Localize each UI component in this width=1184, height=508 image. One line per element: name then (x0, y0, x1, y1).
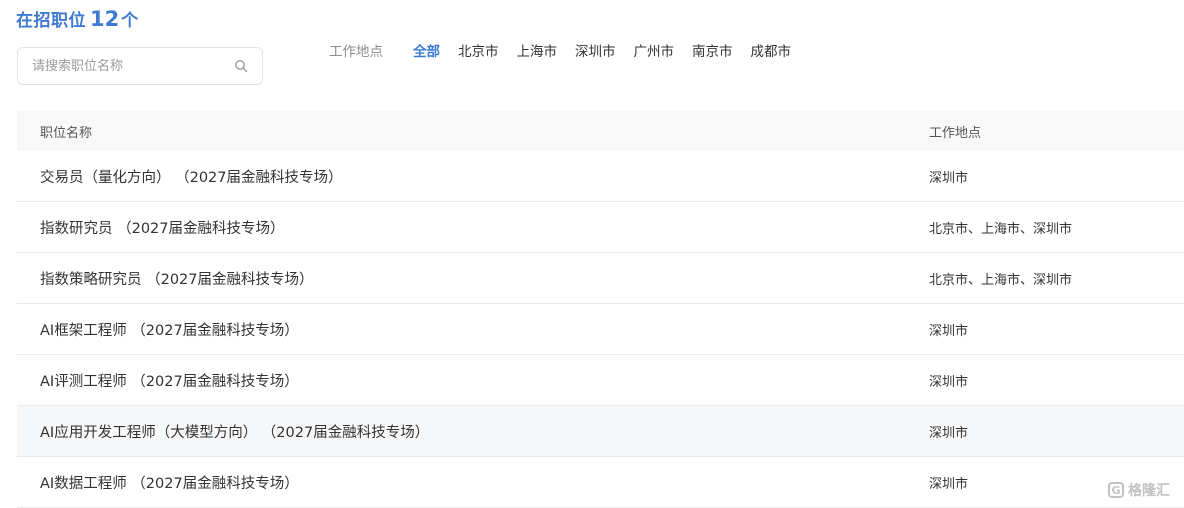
table-row[interactable]: AI评测工程师 （2027届金融科技专场） 深圳市 (17, 355, 1184, 406)
job-location: 深圳市 (929, 374, 969, 390)
filter-option-beijing[interactable]: 北京市 (458, 40, 499, 60)
search-icon[interactable] (234, 59, 248, 73)
search-box[interactable] (17, 47, 263, 85)
job-location: 深圳市 (929, 170, 969, 186)
filter-option-guangzhou[interactable]: 广州市 (634, 40, 675, 60)
job-location: 深圳市 (929, 425, 969, 441)
watermark-text: 格隆汇 (1128, 483, 1170, 499)
column-header-title: 职位名称 (40, 125, 93, 141)
filter-option-chengdu[interactable]: 成都市 (751, 40, 792, 60)
filter-option-shenzhen[interactable]: 深圳市 (575, 40, 616, 60)
table-header: 职位名称 工作地点 (17, 111, 1184, 151)
job-title[interactable]: 指数研究员 （2027届金融科技专场） (17, 217, 906, 238)
job-title[interactable]: 交易员（量化方向） （2027届金融科技专场） (17, 166, 906, 187)
location-filter: 工作地点 全部 北京市 上海市 深圳市 广州市 南京市 成都市 (329, 40, 809, 60)
job-title[interactable]: 指数策略研究员 （2027届金融科技专场） (17, 268, 906, 289)
table-row[interactable]: 交易员（量化方向） （2027届金融科技专场） 深圳市 (17, 151, 1184, 202)
header-unit: 个 (121, 11, 139, 31)
job-location: 北京市、上海市、深圳市 (929, 221, 1073, 237)
table-row[interactable]: 指数研究员 （2027届金融科技专场） 北京市、上海市、深圳市 (17, 202, 1184, 253)
location-filter-label: 工作地点 (329, 44, 383, 60)
job-title[interactable]: AI评测工程师 （2027届金融科技专场） (17, 370, 906, 391)
job-location: 北京市、上海市、深圳市 (929, 272, 1073, 288)
filter-option-all[interactable]: 全部 (413, 40, 440, 60)
column-header-location: 工作地点 (929, 125, 982, 141)
table-row[interactable]: 指数策略研究员 （2027届金融科技专场） 北京市、上海市、深圳市 (17, 253, 1184, 304)
job-count: 12 (90, 7, 120, 31)
job-location: 深圳市 (929, 323, 969, 339)
job-location: 深圳市 (929, 476, 969, 492)
job-title[interactable]: AI框架工程师 （2027届金融科技专场） (17, 319, 906, 340)
table-row[interactable]: AI框架工程师 （2027届金融科技专场） 深圳市 (17, 304, 1184, 355)
job-title[interactable]: AI应用开发工程师（大模型方向） （2027届金融科技专场） (17, 421, 906, 442)
filter-option-nanjing[interactable]: 南京市 (692, 40, 733, 60)
table-row[interactable]: AI应用开发工程师（大模型方向） （2027届金融科技专场） 深圳市 (17, 406, 1184, 457)
job-table: 职位名称 工作地点 交易员（量化方向） （2027届金融科技专场） 深圳市 指数… (17, 111, 1184, 508)
page-header: 在招职位 12 个 (16, 6, 138, 31)
filter-option-shanghai[interactable]: 上海市 (517, 40, 558, 60)
watermark-logo: G 格隆汇 (1108, 480, 1170, 500)
watermark-g-icon: G (1108, 482, 1124, 498)
header-label: 在招职位 (16, 11, 86, 31)
table-row[interactable]: AI数据工程师 （2027届金融科技专场） 深圳市 (17, 457, 1184, 508)
search-input[interactable] (30, 57, 234, 75)
job-title[interactable]: AI数据工程师 （2027届金融科技专场） (17, 472, 906, 493)
